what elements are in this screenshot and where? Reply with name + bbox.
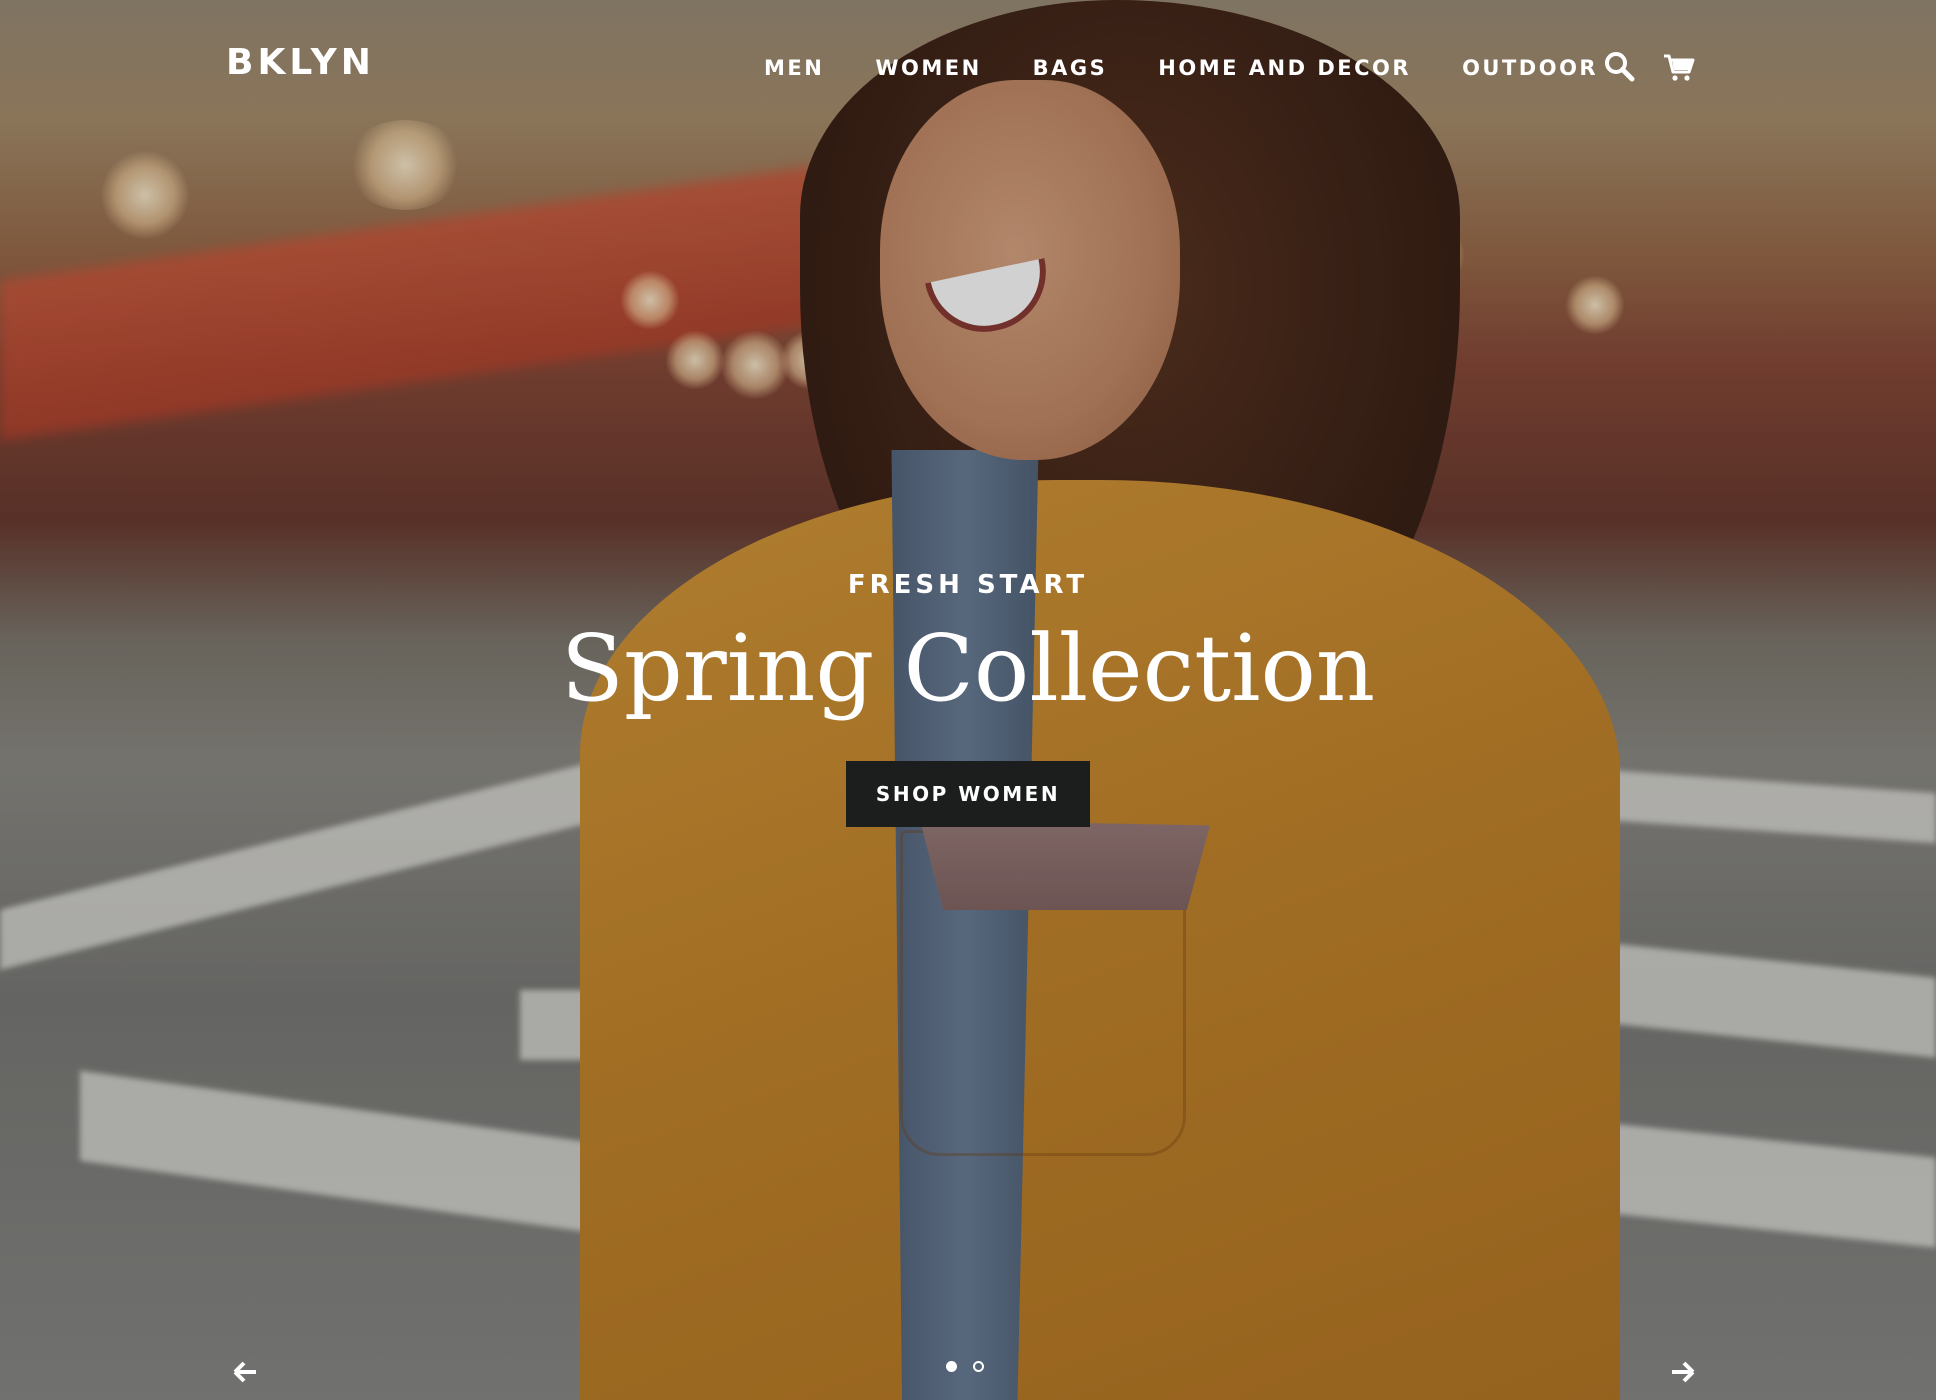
- main-nav: MEN WOMEN BAGS HOME AND DECOR OUTDOOR: [764, 56, 1598, 80]
- site-header: BKLYN MEN WOMEN BAGS HOME AND DECOR OUTD…: [0, 0, 1936, 140]
- site-logo[interactable]: BKLYN: [226, 42, 375, 83]
- slide-content: FRESH START Spring Collection SHOP WOMEN: [0, 570, 1936, 828]
- slide-dot-2[interactable]: [973, 1361, 984, 1372]
- slide-title: Spring Collection: [560, 615, 1376, 722]
- nav-item-men[interactable]: MEN: [764, 56, 824, 80]
- search-icon[interactable]: [1603, 50, 1637, 84]
- shop-women-button[interactable]: SHOP WOMEN: [845, 761, 1091, 828]
- arrow-left-icon[interactable]: [231, 1358, 259, 1386]
- slideshow-dots: [946, 1361, 984, 1372]
- cart-icon[interactable]: [1662, 50, 1696, 84]
- nav-item-bags[interactable]: BAGS: [1033, 56, 1108, 80]
- slide-dot-1[interactable]: [946, 1361, 957, 1372]
- slide-subheading: FRESH START: [847, 570, 1089, 600]
- nav-item-home-and-decor[interactable]: HOME AND DECOR: [1158, 56, 1411, 80]
- nav-item-women[interactable]: WOMEN: [875, 56, 981, 80]
- nav-item-outdoor[interactable]: OUTDOOR: [1462, 56, 1598, 80]
- arrow-right-icon[interactable]: [1669, 1358, 1697, 1386]
- hero-slideshow: BKLYN MEN WOMEN BAGS HOME AND DECOR OUTD…: [0, 0, 1936, 1400]
